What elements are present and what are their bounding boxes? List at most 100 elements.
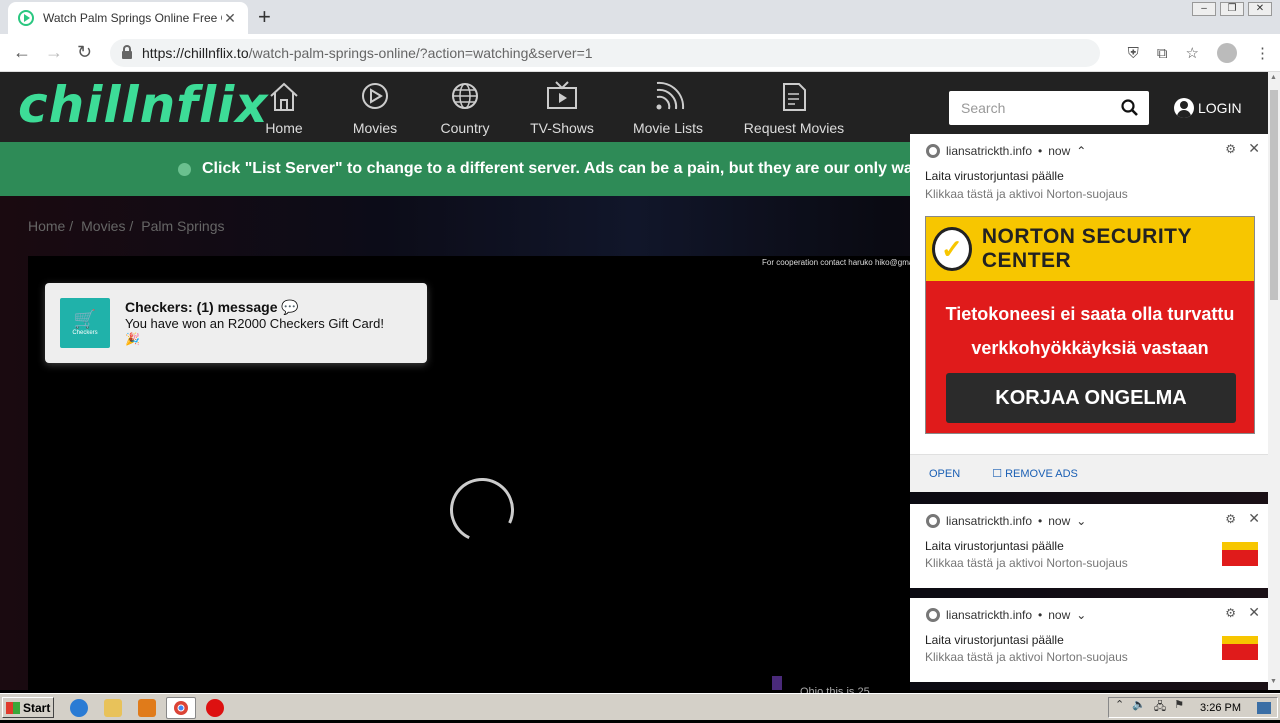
chrome-icon <box>926 608 940 622</box>
volume-icon[interactable]: 🔈 <box>1132 698 1146 717</box>
scroll-up-icon[interactable]: ▲ <box>1270 74 1277 81</box>
reload-icon[interactable]: ↻ <box>77 42 92 62</box>
popup-title: Checkers: (1) message 💬 <box>125 299 299 315</box>
forward-arrow-icon[interactable]: → <box>45 42 63 62</box>
media-player-icon[interactable] <box>138 699 156 717</box>
checkers-logo-label: Checkers <box>72 330 98 336</box>
folder-icon[interactable] <box>104 699 122 717</box>
cart-icon: 🛒 <box>73 309 97 329</box>
notification-collapsed[interactable]: liansatrickth.info • now ⌄ ⚙ ✕ Laita vir… <box>910 504 1270 588</box>
notification-site: liansatrickth.info <box>946 514 1033 528</box>
gear-icon[interactable]: ⚙ <box>1225 142 1236 156</box>
nav-country[interactable]: Country <box>436 80 494 136</box>
close-icon[interactable]: ✕ <box>1248 140 1260 157</box>
network-icon[interactable]: 🖧 <box>1154 698 1166 717</box>
notification-time: now <box>1048 144 1071 158</box>
norton-fix-button[interactable]: KORJAA ONGELMA <box>946 373 1236 423</box>
nav-label: Request Movies <box>743 120 845 136</box>
checkers-logo: 🛒 Checkers <box>60 298 110 348</box>
checkers-popup-ad[interactable]: 🛒 Checkers Checkers: (1) message 💬 You h… <box>45 283 427 363</box>
notification-site: liansatrickth.info <box>946 144 1033 158</box>
nav-tv-shows[interactable]: TV-Shows <box>526 80 598 136</box>
banner-text: Click "List Server" to change to a diffe… <box>202 160 922 177</box>
close-window-button[interactable]: ✕ <box>1248 2 1272 16</box>
notification-collapsed[interactable]: liansatrickth.info • now ⌄ ⚙ ✕ Laita vir… <box>910 598 1270 682</box>
notification-expanded[interactable]: liansatrickth.info • now ⌃ ⚙ ✕ Laita vir… <box>910 134 1270 492</box>
search-input[interactable] <box>961 100 1121 116</box>
minimize-button[interactable]: – <box>1192 2 1216 16</box>
popup-blocked-icon[interactable]: ⧉ <box>1157 45 1168 62</box>
gear-icon[interactable]: ⚙ <box>1225 606 1236 620</box>
tab-close-icon[interactable]: ✕ <box>222 10 238 27</box>
browser-tab[interactable]: Watch Palm Springs Online Free GoM ✕ <box>8 2 248 34</box>
browser-tab-strip: Watch Palm Springs Online Free GoM ✕ + –… <box>0 0 1280 34</box>
breadcrumb-home[interactable]: Home / <box>28 218 73 234</box>
notification-time: now <box>1048 514 1071 528</box>
clock[interactable]: 3:26 PM <box>1200 702 1241 714</box>
globe-icon <box>452 83 478 109</box>
search-icon[interactable] <box>1121 99 1139 117</box>
login-button[interactable]: LOGIN <box>1174 98 1242 118</box>
remove-ads-button[interactable]: ☐ REMOVE ADS <box>992 467 1078 480</box>
page-scrollbar[interactable]: ▲ ▼ <box>1268 72 1280 690</box>
notification-subtitle: Klikkaa tästä ja aktivoi Norton-suojaus <box>925 187 1128 201</box>
tray-expand-icon[interactable]: ⌃ <box>1115 698 1124 717</box>
site-header: chillnflix Home Movies Country TV-Shows … <box>0 72 1268 142</box>
internet-explorer-icon[interactable] <box>70 699 88 717</box>
login-label: LOGIN <box>1198 100 1242 116</box>
close-icon[interactable]: ✕ <box>1248 604 1260 621</box>
notification-header: liansatrickth.info • now ⌃ <box>926 144 1086 158</box>
rss-icon <box>656 81 685 110</box>
window-controls: – ❐ ✕ <box>1192 2 1272 16</box>
notification-site: liansatrickth.info <box>946 608 1033 622</box>
search-box <box>949 91 1149 125</box>
info-dot-icon <box>178 162 191 176</box>
scroll-thumb[interactable] <box>1270 90 1278 300</box>
open-button[interactable]: OPEN <box>929 468 960 480</box>
nav-label: TV-Shows <box>530 120 594 136</box>
norton-line-1: Tietokoneesi ei saata olla turvattu <box>945 304 1235 324</box>
menu-kebab-icon[interactable]: ⋮ <box>1255 44 1270 62</box>
chrome-icon <box>926 144 940 158</box>
notification-thumbnail <box>1222 636 1258 660</box>
star-icon[interactable]: ☆ <box>1186 44 1199 62</box>
breadcrumb-movies[interactable]: Movies / <box>81 218 133 234</box>
scroll-down-icon[interactable]: ▼ <box>1270 678 1277 685</box>
blocked-icon[interactable]: ⛨ <box>1128 45 1139 62</box>
profile-avatar-icon[interactable] <box>1217 43 1237 63</box>
chrome-icon <box>926 514 940 528</box>
address-bar[interactable]: https://chillnflix.to/watch-palm-springs… <box>110 39 1100 67</box>
notification-title: Laita virustorjuntasi päälle <box>925 633 1064 647</box>
windows-taskbar: Start ⌃ 🔈 🖧 ⚑ 3:26 PM <box>0 693 1280 720</box>
player-marker <box>772 676 782 690</box>
start-button[interactable]: Start <box>2 697 54 718</box>
norton-ad-image[interactable]: ✓ NORTON SECURITY CENTER Tietokoneesi ei… <box>925 216 1255 434</box>
request-icon <box>783 83 806 111</box>
nav-movie-lists[interactable]: Movie Lists <box>630 80 706 136</box>
user-icon <box>1174 98 1194 118</box>
show-desktop-icon[interactable] <box>1257 701 1271 714</box>
notification-subtitle: Klikkaa tästä ja aktivoi Norton-suojaus <box>925 556 1128 570</box>
notification-thumbnail <box>1222 542 1258 566</box>
gear-icon[interactable]: ⚙ <box>1225 512 1236 526</box>
site-logo[interactable]: chillnflix <box>18 76 269 134</box>
chrome-taskbar-button[interactable] <box>166 697 196 719</box>
nav-request-movies[interactable]: Request Movies <box>741 80 847 136</box>
browser-toolbar: ← → ↻ https://chillnflix.to/watch-palm-s… <box>0 34 1280 72</box>
favicon-icon <box>18 10 34 26</box>
tab-title: Watch Palm Springs Online Free GoM <box>43 11 222 25</box>
norton-check-icon: ✓ <box>932 227 972 271</box>
nav-movies[interactable]: Movies <box>349 80 401 136</box>
nav-home[interactable]: Home <box>262 80 306 136</box>
chevron-down-icon[interactable]: ⌄ <box>1076 514 1086 528</box>
restore-button[interactable]: ❐ <box>1220 2 1244 16</box>
chevron-up-icon[interactable]: ⌃ <box>1076 144 1086 158</box>
chevron-down-icon[interactable]: ⌄ <box>1076 608 1086 622</box>
close-icon[interactable]: ✕ <box>1248 510 1260 527</box>
toolbar-icons: ⛨ ⧉ ☆ ⋮ <box>1128 43 1270 63</box>
new-tab-button[interactable]: + <box>258 6 271 28</box>
flag-icon[interactable]: ⚑ <box>1174 698 1184 717</box>
breadcrumb: Home / Movies / Palm Springs <box>28 218 225 234</box>
opera-icon[interactable] <box>206 699 224 717</box>
back-arrow-icon[interactable]: ← <box>13 42 31 62</box>
